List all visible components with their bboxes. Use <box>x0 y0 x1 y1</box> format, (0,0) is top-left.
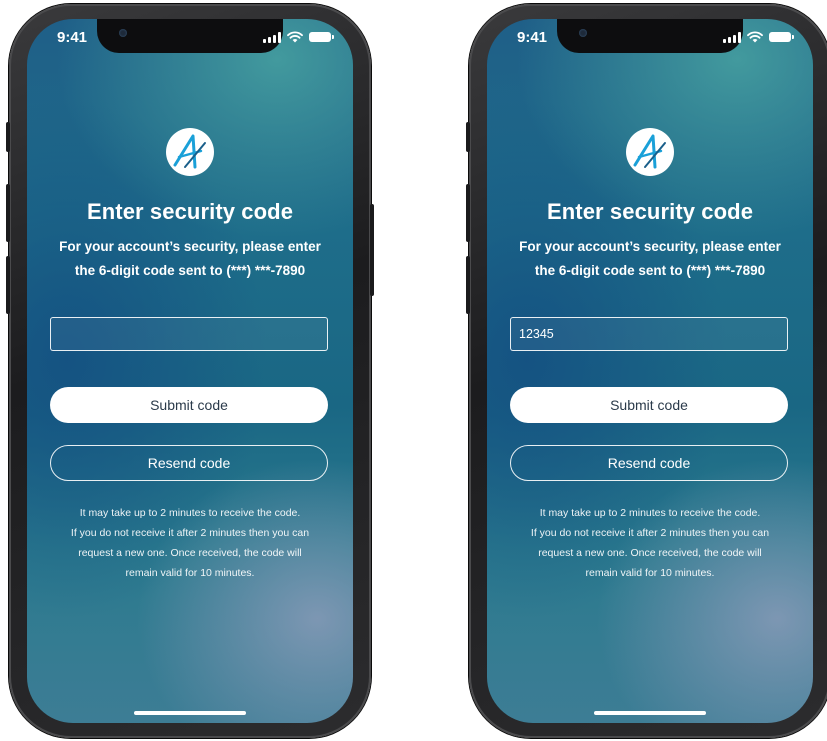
subtitle-line: the 6-digit code sent to (***) ***-7890 <box>534 263 766 278</box>
security-code-input[interactable] <box>50 317 328 351</box>
mute-switch <box>6 122 10 152</box>
resend-code-button[interactable]: Resend code <box>510 445 788 481</box>
help-line: If you do not receive it after 2 minutes… <box>70 527 310 539</box>
help-text: It may take up to 2 minutes to receive t… <box>35 503 345 583</box>
notch <box>97 19 283 53</box>
mute-switch <box>466 122 470 152</box>
mockup-stage: 9:41 Enter security code For your accoun… <box>0 0 827 741</box>
help-line: If you do not receive it after 2 minutes… <box>530 527 770 539</box>
help-line: request a new one. Once received, the co… <box>78 547 302 559</box>
submit-code-button[interactable]: Submit code <box>510 387 788 423</box>
subtitle-line: For your account’s security, please ente… <box>519 239 781 254</box>
signal-icon <box>263 31 281 43</box>
submit-code-button[interactable]: Submit code <box>50 387 328 423</box>
page-subtitle: For your account’s security, please ente… <box>497 235 803 283</box>
home-indicator[interactable] <box>594 711 706 715</box>
volume-down-button <box>6 256 10 314</box>
subtitle-line: the 6-digit code sent to (***) ***-7890 <box>74 263 306 278</box>
volume-down-button <box>466 256 470 314</box>
page-subtitle: For your account’s security, please ente… <box>37 235 343 283</box>
camera-icon <box>119 29 127 37</box>
notch <box>557 19 743 53</box>
battery-icon <box>309 32 334 42</box>
phone-left: 9:41 Enter security code For your accoun… <box>6 4 374 738</box>
phone-screen: 9:41 Enter security code For your accoun… <box>487 19 813 723</box>
security-code-input[interactable] <box>510 317 788 351</box>
help-line: It may take up to 2 minutes to receive t… <box>539 507 761 519</box>
brand-logo-icon <box>626 128 674 176</box>
help-text: It may take up to 2 minutes to receive t… <box>495 503 805 583</box>
wifi-icon <box>747 31 763 43</box>
status-time: 9:41 <box>57 29 88 46</box>
phone-screen: 9:41 Enter security code For your accoun… <box>27 19 353 723</box>
signal-icon <box>723 31 741 43</box>
phone-right: 9:41 Enter security code For your accoun… <box>466 4 827 738</box>
page-title: Enter security code <box>546 199 754 224</box>
status-time: 9:41 <box>517 29 548 46</box>
wifi-icon <box>287 31 303 43</box>
battery-icon <box>769 32 794 42</box>
power-button <box>370 204 374 296</box>
volume-up-button <box>6 184 10 242</box>
camera-icon <box>579 29 587 37</box>
status-icons <box>263 31 334 43</box>
resend-code-button[interactable]: Resend code <box>50 445 328 481</box>
subtitle-line: For your account’s security, please ente… <box>59 239 321 254</box>
help-line: It may take up to 2 minutes to receive t… <box>79 507 301 519</box>
volume-up-button <box>466 184 470 242</box>
page-title: Enter security code <box>86 199 294 224</box>
help-line: remain valid for 10 minutes. <box>585 567 715 579</box>
home-indicator[interactable] <box>134 711 246 715</box>
help-line: request a new one. Once received, the co… <box>538 547 762 559</box>
brand-logo-icon <box>166 128 214 176</box>
status-icons <box>723 31 794 43</box>
help-line: remain valid for 10 minutes. <box>125 567 255 579</box>
